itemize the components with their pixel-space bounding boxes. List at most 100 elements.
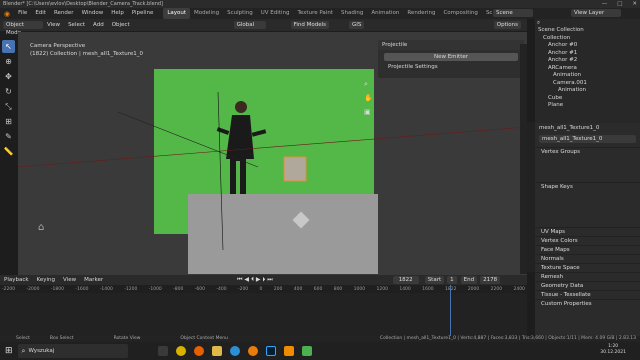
- outliner-row[interactable]: Camera.001: [538, 80, 640, 88]
- properties-section[interactable]: Vertex Colors: [535, 236, 640, 245]
- outliner-row[interactable]: Anchor #2: [538, 57, 640, 65]
- cursor-tool-icon[interactable]: ⊕: [2, 55, 15, 68]
- rotate-tool-icon[interactable]: ↻: [2, 85, 15, 98]
- options-dropdown[interactable]: Options: [493, 21, 521, 29]
- properties-section[interactable]: Tissue - Tessellate: [535, 290, 640, 299]
- close-button[interactable]: ✕: [632, 0, 637, 8]
- menu-window[interactable]: Window: [78, 8, 108, 19]
- viewport-menu-object[interactable]: Object: [108, 22, 134, 28]
- new-emitter-button[interactable]: New Emitter: [384, 53, 518, 61]
- current-frame-field[interactable]: 1822: [392, 276, 419, 284]
- properties-section[interactable]: Shape Keys: [535, 182, 640, 191]
- outliner-row[interactable]: Animation: [538, 87, 640, 95]
- play-controls[interactable]: ⏮ ◀ ⏴ ▶ ⏵ ⏭: [237, 276, 273, 284]
- menu-help[interactable]: Help: [107, 8, 128, 19]
- menu-file[interactable]: File: [14, 8, 31, 19]
- move-tool-icon[interactable]: ✥: [2, 70, 15, 83]
- zoom-icon[interactable]: ⌕: [364, 80, 368, 89]
- workspace-tab-layout[interactable]: Layout: [163, 8, 191, 19]
- workspace-tab-uv-editing[interactable]: UV Editing: [257, 8, 294, 19]
- timeline-area[interactable]: [0, 285, 527, 341]
- find-models-button[interactable]: Find Models: [290, 21, 330, 29]
- tool-shelf: ↖ ⊕ ✥ ↻ ⤡ ⊞ ✎ 📏: [2, 40, 17, 165]
- end-frame-field[interactable]: 2178: [480, 276, 501, 284]
- outliner-row[interactable]: Cube: [538, 95, 640, 103]
- clock-date: 30.12.2021: [600, 350, 626, 355]
- properties-section[interactable]: Texture Space: [535, 263, 640, 272]
- select-tool-icon[interactable]: ↖: [2, 40, 15, 53]
- blender-logo-icon[interactable]: ◉: [0, 10, 14, 18]
- mesh-name-field[interactable]: mesh_all1_Texture1_0: [539, 135, 636, 143]
- firefox-icon[interactable]: [193, 346, 204, 356]
- view-layer-selector[interactable]: View Layer: [571, 9, 621, 17]
- properties-section[interactable]: UV Maps: [535, 227, 640, 236]
- object-name-field[interactable]: mesh_all1_Texture1_0: [539, 125, 599, 131]
- object-mode-dropdown[interactable]: Object Mode: [3, 21, 43, 36]
- taskbar-clock[interactable]: 1:20 30.12.2021: [600, 344, 626, 356]
- timeline-ruler[interactable]: -2200 -2000 -1800 -1600 -1400 -1200 -1000 -800-…: [0, 285, 527, 293]
- outliner-row[interactable]: ARCamera: [538, 65, 640, 73]
- scale-tool-icon[interactable]: ⤡: [2, 100, 15, 113]
- viewport-header: Object Mode View Select Add Object Globa…: [0, 19, 527, 36]
- viewport-menu-add[interactable]: Add: [89, 22, 108, 28]
- properties-section[interactable]: Normals: [535, 254, 640, 263]
- outliner-row[interactable]: Plane: [538, 102, 640, 110]
- outliner-row[interactable]: Scene Collection: [538, 27, 640, 35]
- file-explorer-icon[interactable]: [211, 346, 222, 356]
- maximize-button[interactable]: □: [617, 0, 622, 8]
- workspace-tab-texture-paint[interactable]: Texture Paint: [293, 8, 337, 19]
- outliner-row[interactable]: Collection: [538, 35, 640, 43]
- windows-start-icon[interactable]: ⊞: [0, 346, 18, 356]
- outliner-row[interactable]: Animation: [538, 72, 640, 80]
- timeline-menu-keying[interactable]: Keying: [33, 277, 59, 283]
- transform-tool-icon[interactable]: ⊞: [2, 115, 15, 128]
- timeline-menu-marker[interactable]: Marker: [80, 277, 107, 283]
- workspace-tab-rendering[interactable]: Rendering: [403, 8, 439, 19]
- taskview-icon[interactable]: [157, 346, 168, 356]
- scene-selector[interactable]: Scene: [493, 9, 533, 17]
- measure-tool-icon[interactable]: 📏: [2, 145, 15, 158]
- vlc-icon[interactable]: [283, 346, 294, 356]
- playhead[interactable]: [450, 285, 451, 336]
- workspace-tab-animation[interactable]: Animation: [367, 8, 403, 19]
- menu-render[interactable]: Render: [50, 8, 78, 19]
- properties-section[interactable]: Geometry Data: [535, 281, 640, 290]
- pan-hand-icon[interactable]: ✋: [364, 94, 373, 102]
- menu-edit[interactable]: Edit: [31, 8, 50, 19]
- workspace-tab-compositing[interactable]: Compositing: [439, 8, 481, 19]
- properties-section[interactable]: Custom Properties: [535, 299, 640, 308]
- start-frame-field[interactable]: 1: [447, 276, 457, 284]
- properties-section[interactable]: Vertex Groups: [535, 147, 640, 156]
- taskbar-search-box[interactable]: ⌕ Wyszukaj: [17, 344, 128, 358]
- viewport-menu-select[interactable]: Select: [64, 22, 89, 28]
- edge-icon[interactable]: [229, 346, 240, 356]
- minimize-button[interactable]: —: [602, 0, 608, 8]
- menu-pipeline[interactable]: Pipeline: [128, 8, 158, 19]
- gis-menu[interactable]: GIS: [349, 21, 365, 29]
- timeline-menu-view[interactable]: View: [59, 277, 80, 283]
- outliner-search-icon[interactable]: ⌕: [537, 20, 540, 27]
- properties-section[interactable]: Remesh: [535, 272, 640, 281]
- properties-tab-strip[interactable]: [527, 122, 535, 272]
- annotate-tool-icon[interactable]: ✎: [2, 130, 15, 143]
- outliner-row[interactable]: Anchor #1: [538, 50, 640, 58]
- blender-taskbar-icon[interactable]: [247, 346, 258, 356]
- timeline-menu-playback[interactable]: Playback: [0, 277, 33, 283]
- properties-section[interactable]: Face Maps: [535, 245, 640, 254]
- chrome-icon[interactable]: [175, 346, 186, 356]
- app-icon[interactable]: [301, 346, 312, 356]
- ruler-tick-label: -1400: [99, 286, 113, 292]
- workspace-tab-sculpting[interactable]: Sculpting: [223, 8, 257, 19]
- viewport-menu-view[interactable]: View: [43, 22, 64, 28]
- photoshop-icon[interactable]: [265, 346, 276, 356]
- workspace-tab-modeling[interactable]: Modeling: [190, 8, 223, 19]
- transform-orientation-dropdown[interactable]: Global: [233, 21, 266, 29]
- npanel-tab-strip[interactable]: [520, 44, 527, 274]
- ruler-tick-label: 2200: [490, 286, 503, 292]
- window-title: Blender* [C:\Users\evlov\Desktop\Blender…: [3, 1, 163, 7]
- camera-view-icon[interactable]: ▣: [364, 108, 371, 116]
- outliner-row[interactable]: Anchor #0: [538, 42, 640, 50]
- workspace-tab-shading[interactable]: Shading: [337, 8, 367, 19]
- projectile-settings-section[interactable]: Projectile Settings: [378, 64, 524, 70]
- end-frame-label: End: [460, 276, 478, 284]
